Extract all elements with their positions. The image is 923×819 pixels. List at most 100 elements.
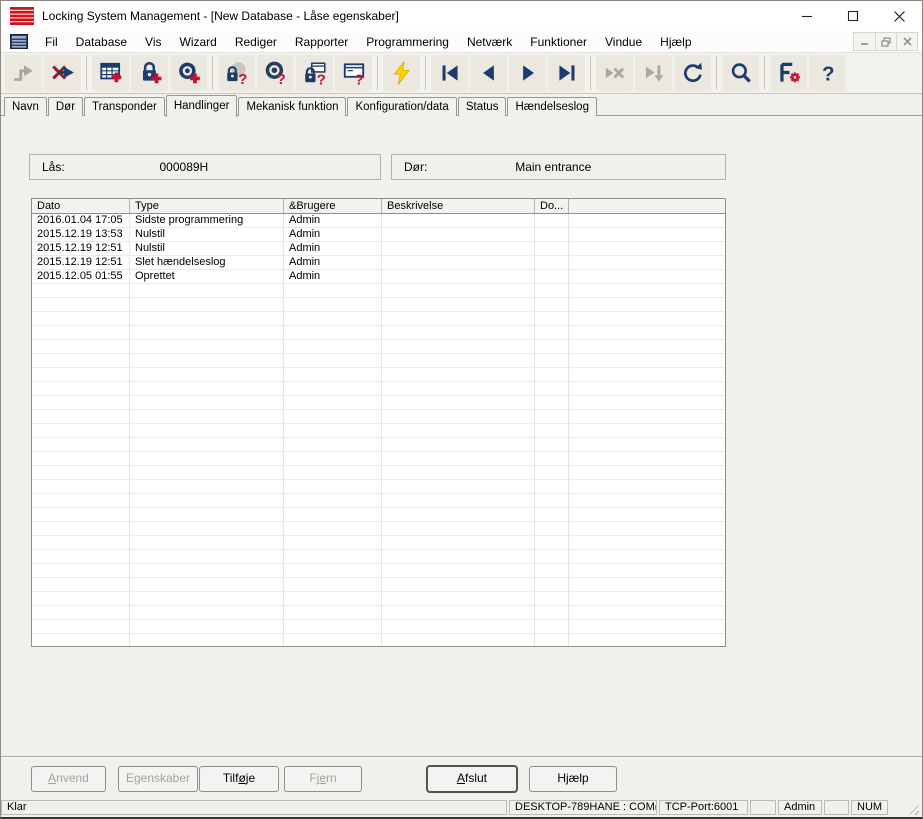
svg-text:?: ? [316,71,325,86]
read-transponder-button[interactable]: ? [257,55,294,91]
afslut-button[interactable]: Afslut [427,766,517,792]
door-value: Main entrance [515,160,591,174]
column-header-do[interactable]: Do... [535,199,569,213]
table-row[interactable]: 2015.12.05 01:55OprettetAdmin [32,270,725,284]
new-locking-system-button[interactable] [92,55,129,91]
status-tcp-port: TCP-Port:6001 [659,800,748,815]
mdi-close-button[interactable] [896,33,917,50]
read-lock-button[interactable]: ? [218,55,255,91]
tab-haendelseslog[interactable]: Hændelseslog [507,97,597,116]
menu-item-funktioner[interactable]: Funktioner [521,33,596,51]
column-header-extra[interactable] [569,199,725,213]
tab-status[interactable]: Status [458,97,507,116]
disconnect-icon [50,60,76,86]
tab-label: Navn [12,101,39,113]
filter-settings-button[interactable] [770,55,807,91]
table-row[interactable]: 2015.12.19 12:51NulstilAdmin [32,242,725,256]
table-cell: Admin [284,214,382,228]
table-cell: Slet hændelseslog [130,256,284,270]
read-lock-data-button[interactable]: ? [296,55,333,91]
menu-item-hjaelp[interactable]: Hjælp [651,33,700,51]
tab-label: Handlinger [174,100,230,112]
table-cell: Admin [284,270,382,284]
tab-mekanisk-funktion[interactable]: Mekanisk funktion [238,97,346,116]
svg-text:?: ? [238,71,247,86]
titlebar: Locking System Management - [New Databas… [1,1,922,31]
next-record-button[interactable] [509,55,546,91]
column-header-dato[interactable]: Dato [32,199,130,213]
tab-handlinger[interactable]: Handlinger [166,95,238,117]
connect-icon [11,60,37,86]
tilfoje-button[interactable]: Tilføje [199,766,279,792]
status-spacer-2 [824,800,849,815]
resize-grip[interactable] [890,800,920,815]
connect-button[interactable] [5,55,42,91]
anvend-button[interactable]: Anvend [31,766,106,792]
filter-settings-icon [776,60,802,86]
last-record-button[interactable] [548,55,585,91]
mdi-restore-button[interactable] [875,33,896,50]
new-lock-button[interactable] [131,55,168,91]
column-header-beskrivelse[interactable]: Beskrivelse [382,199,535,213]
previous-record-button[interactable] [470,55,507,91]
document-window-icon [10,34,28,49]
toolbar-separator [377,56,378,90]
tab-konfiguration-data[interactable]: Konfiguration/data [347,97,456,116]
table-cell: Oprettet [130,270,284,284]
menu-item-rediger[interactable]: Rediger [226,33,286,51]
cancel-navigation-icon [602,60,628,86]
tab-navn[interactable]: Navn [4,97,47,116]
table-cell [535,228,569,242]
app-logo-icon [10,7,34,25]
mdi-minimize-button[interactable] [854,33,875,50]
menu-item-database[interactable]: Database [67,33,136,51]
disconnect-button[interactable] [44,55,81,91]
maximize-button[interactable] [830,1,876,31]
button-label: je [246,771,255,785]
column-header-type[interactable]: Type [130,199,284,213]
table-row[interactable]: 2015.12.19 12:51Slet hændelseslogAdmin [32,256,725,270]
new-transponder-button[interactable] [170,55,207,91]
read-window-button[interactable]: ? [335,55,372,91]
menu-item-netvaerk[interactable]: Netværk [458,33,521,51]
minimize-button[interactable] [784,1,830,31]
mdi-restore-icon [881,37,891,47]
search-button[interactable] [722,55,759,91]
button-label: Fj [309,771,319,785]
button-label: e [319,771,326,785]
statusbar: Klar DESKTOP-789HANE : COM(*) TCP-Port:6… [1,798,922,817]
last-record-icon [554,60,580,86]
program-button[interactable] [383,55,420,91]
table-cell [535,242,569,256]
cancel-navigation-button[interactable] [596,55,633,91]
menu-item-vis[interactable]: Vis [136,33,170,51]
tab-doer[interactable]: Dør [48,97,83,116]
menu-item-fil[interactable]: Fil [36,33,67,51]
hjaelp-button[interactable]: Hjælp [529,766,617,792]
goto-record-button[interactable] [635,55,672,91]
menu-item-programmering[interactable]: Programmering [357,33,458,51]
close-button[interactable] [876,1,922,31]
fjern-button[interactable]: Fjern [284,766,362,792]
first-record-button[interactable] [431,55,468,91]
status-spacer-1 [750,800,776,815]
refresh-button[interactable] [674,55,711,91]
column-header-brugere[interactable]: &Brugere [284,199,382,213]
egenskaber-button[interactable]: Egenskaber [118,766,198,792]
status-message: Klar [1,800,507,815]
toolbar-separator [425,56,426,90]
lock-field-box: Lås: 000089H [29,154,381,180]
menu-item-vindue[interactable]: Vindue [596,33,651,51]
menu-item-wizard[interactable]: Wizard [171,33,226,51]
button-label: ø [238,771,245,785]
button-label: rn [326,771,337,785]
table-cell: Sidste programmering [130,214,284,228]
menu-item-rapporter[interactable]: Rapporter [286,33,357,51]
help-button[interactable]: ? [809,55,846,91]
table-cell [535,256,569,270]
table-row[interactable]: 2015.12.19 13:53NulstilAdmin [32,228,725,242]
previous-record-icon [476,60,502,86]
table-cell [569,228,725,242]
table-row[interactable]: 2016.01.04 17:05Sidste programmeringAdmi… [32,214,725,228]
tab-transponder[interactable]: Transponder [84,97,165,116]
